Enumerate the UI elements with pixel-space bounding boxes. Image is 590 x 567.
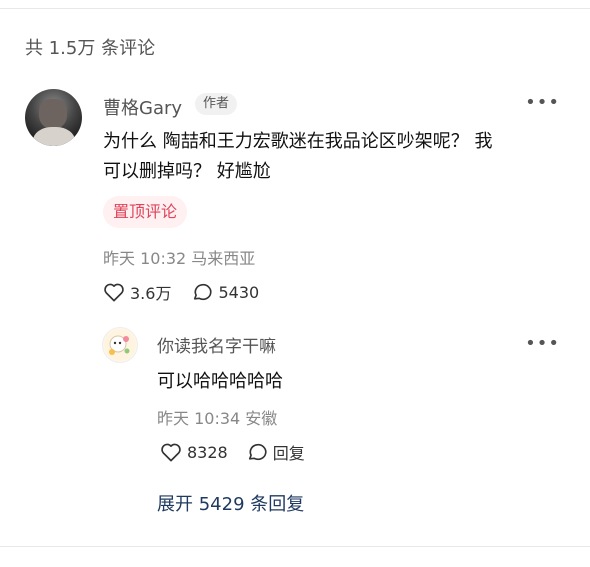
reply-button[interactable]: 5430 [191, 282, 259, 302]
author-avatar[interactable] [25, 89, 82, 146]
reply-to-reply-button[interactable]: 回复 [246, 440, 305, 464]
comment-content-line: 可以删掉吗？ 好尴尬 [103, 161, 271, 182]
comment-bubble-icon [248, 443, 267, 461]
like-count: 3.6万 [130, 284, 172, 303]
reply-meta: 昨天 10:34 安徽 [157, 409, 278, 428]
comment-bubble-icon [194, 283, 213, 301]
reply-like-count: 8328 [187, 442, 228, 462]
comment-count: 共 1.5万 条评论 [25, 38, 156, 59]
heart-icon [104, 283, 124, 302]
reply-avatar[interactable] [102, 327, 138, 363]
more-dots-icon[interactable]: ••• [525, 92, 560, 113]
comment-content-line: 为什么 陶喆和王力宏歌迷在我品论区吵架呢？ 我 [103, 131, 493, 152]
reply-count: 5430 [218, 282, 260, 302]
heart-icon [161, 443, 181, 462]
like-button[interactable]: 3.6万 [103, 280, 171, 304]
author-name[interactable]: 曹格Gary [103, 94, 182, 120]
bottom-divider [0, 546, 590, 547]
comment-meta: 昨天 10:32 马来西亚 [103, 249, 256, 268]
more-dots-icon[interactable]: ••• [525, 333, 560, 354]
author-badge: 作者 [195, 93, 238, 115]
pinned-badge: 置顶评论 [103, 196, 188, 228]
reply-actions: 8328 回复 [160, 440, 305, 464]
expand-replies-link[interactable]: 展开 5429 条回复 [157, 490, 304, 516]
cartoon-avatar-icon [104, 329, 136, 361]
reply-content: 可以哈哈哈哈哈 [157, 371, 283, 392]
reply-like-button[interactable]: 8328 [160, 442, 228, 462]
top-divider [0, 8, 590, 9]
reply-label: 回复 [272, 444, 305, 463]
comment-actions: 3.6万 5430 [103, 280, 259, 304]
comment-content: 为什么 陶喆和王力宏歌迷在我品论区吵架呢？ 我 可以删掉吗？ 好尴尬 [103, 127, 563, 187]
reply-author-name[interactable]: 你读我名字干嘛 [157, 332, 276, 357]
